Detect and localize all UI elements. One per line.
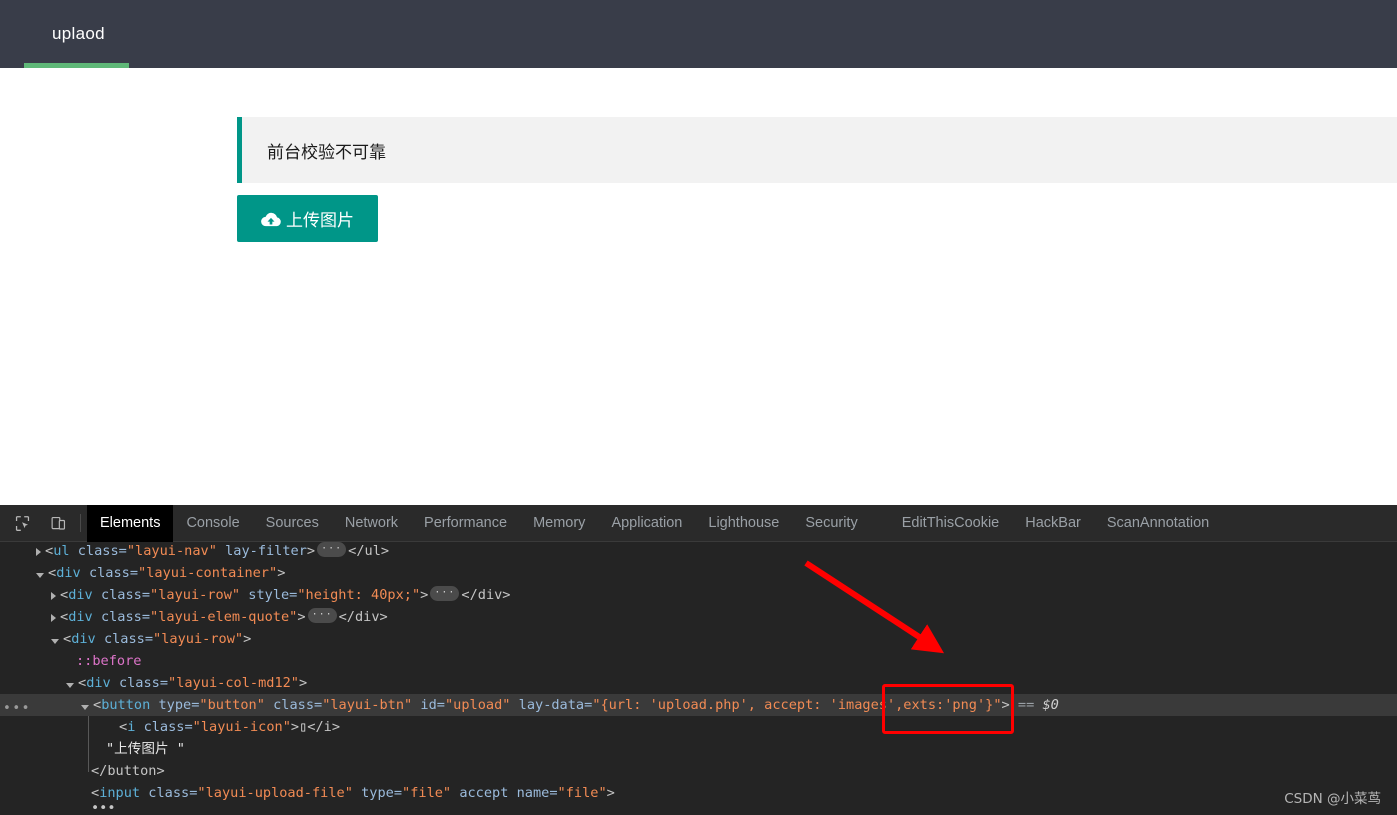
dom-attrvalue-type-file: "file" — [402, 782, 451, 804]
tab-scanannotation-label: ScanAnnotation — [1107, 515, 1209, 531]
nav-active-indicator — [24, 63, 129, 68]
quote-block: 前台校验不可靠 — [237, 117, 1397, 183]
dom-attrvalue-layui-elem-quote: "layui-elem-quote" — [150, 606, 297, 628]
dom-attrvalue-lay-data: "{url: 'upload.php', accept: 'images',ex… — [592, 694, 1001, 716]
tab-hackbar[interactable]: HackBar — [1012, 505, 1094, 542]
dom-line-partial-bottom: ••• — [0, 804, 1397, 812]
dom-attrvalue-upload: "upload" — [445, 694, 510, 716]
collapsed-children-badge[interactable]: ··· — [430, 586, 459, 601]
tab-lighthouse[interactable]: Lighthouse — [695, 505, 792, 542]
tab-hackbar-label: HackBar — [1025, 515, 1081, 531]
dom-attrvalue-name-file: "file" — [558, 782, 607, 804]
tab-security-label: Security — [805, 515, 857, 531]
upload-image-button[interactable]: 上传图片 — [237, 195, 378, 242]
tab-memory[interactable]: Memory — [520, 505, 598, 542]
collapsed-children-badge[interactable]: ··· — [308, 608, 337, 623]
expand-triangle[interactable] — [81, 705, 89, 710]
nav-item-label: uplaod — [52, 24, 105, 44]
dom-attrvalue-layui-row: "layui-row" — [153, 628, 243, 650]
dom-text-node: "上传图片 " — [106, 738, 185, 760]
tab-network[interactable]: Network — [332, 505, 411, 542]
dom-line-row2[interactable]: <div class="layui-row"> — [0, 628, 1397, 650]
tab-elements[interactable]: Elements — [87, 505, 173, 542]
toolbar-divider — [80, 514, 81, 532]
dom-tag-ul: ul — [53, 542, 69, 562]
tab-editthiscookie-label: EditThisCookie — [902, 515, 1000, 531]
expand-triangle[interactable] — [36, 548, 41, 556]
dom-closetag-i: </i> — [307, 716, 340, 738]
devtools-toolbar: Elements Console Sources Network Perform… — [0, 505, 1397, 542]
tab-lighthouse-label: Lighthouse — [708, 515, 779, 531]
tab-performance[interactable]: Performance — [411, 505, 520, 542]
expand-triangle[interactable] — [51, 639, 59, 644]
dom-closetag-ul: </ul> — [348, 542, 389, 562]
dom-attrvalue-layui-row: "layui-row" — [150, 584, 240, 606]
dom-line-button-close[interactable]: </button> — [0, 760, 1397, 782]
tab-application-label: Application — [611, 515, 682, 531]
tab-console[interactable]: Console — [173, 505, 252, 542]
dom-line-nav-ul[interactable]: <ul class="layui-nav" lay-filter>···</ul… — [0, 542, 1397, 562]
tab-elements-label: Elements — [100, 515, 160, 531]
dom-attrvalue-layui-btn: "layui-btn" — [322, 694, 412, 716]
browser-viewport: uplaod 前台校验不可靠 上传图片 — [0, 0, 1397, 505]
dom-line-elem-quote[interactable]: <div class="layui-elem-quote">···</div> — [0, 606, 1397, 628]
dom-attrvalue-layui-col-md12: "layui-col-md12" — [168, 672, 299, 694]
dom-attrvalue-layui-container: "layui-container" — [138, 562, 277, 584]
expand-triangle[interactable] — [66, 683, 74, 688]
dom-line-before-pseudo[interactable]: ::before — [0, 650, 1397, 672]
dom-attrvalue-layui-icon: "layui-icon" — [193, 716, 291, 738]
dom-icon-glyph: ▯ — [299, 716, 307, 738]
dom-pseudo-before: ::before — [76, 650, 141, 672]
tab-sources[interactable]: Sources — [253, 505, 332, 542]
dom-attrvalue-layui-nav: "layui-nav" — [127, 542, 217, 562]
tab-scanannotation[interactable]: ScanAnnotation — [1094, 505, 1222, 542]
dom-line-container[interactable]: <div class="layui-container"> — [0, 562, 1397, 584]
device-toolbar-icon[interactable] — [44, 510, 72, 536]
selected-node-ref: $0 — [1042, 694, 1058, 716]
cloud-upload-icon — [261, 210, 281, 228]
dom-line-button-text[interactable]: "上传图片 " — [0, 738, 1397, 760]
devtools-panel: Elements Console Sources Network Perform… — [0, 505, 1397, 815]
nav-item-uplaod[interactable]: uplaod — [24, 0, 133, 68]
dom-closetag-button: </button> — [91, 760, 165, 782]
expand-triangle[interactable] — [51, 592, 56, 600]
dom-attr-accept: accept — [459, 782, 508, 804]
screenshot-root: uplaod 前台校验不可靠 上传图片 — [0, 0, 1397, 815]
dom-attrvalue-style-height: "height: 40px;" — [297, 584, 420, 606]
tab-editthiscookie[interactable]: EditThisCookie — [889, 505, 1013, 542]
dom-line-icon-i[interactable]: <i class="layui-icon">▯</i> — [0, 716, 1397, 738]
tab-network-label: Network — [345, 515, 398, 531]
expand-triangle[interactable] — [36, 573, 44, 578]
dom-tree-panel[interactable]: <body id="top"> <ul class="layui-nav" la… — [0, 542, 1397, 815]
top-navigation-bar: uplaod — [0, 0, 1397, 68]
expand-triangle[interactable] — [51, 614, 56, 622]
dom-attrvalue-type-button: "button" — [199, 694, 264, 716]
dom-closetag-div: </div> — [339, 606, 388, 628]
dom-line-button-selected[interactable]: ••• <button type="button" class="layui-b… — [0, 694, 1397, 716]
dom-closetag-div: </div> — [461, 584, 510, 606]
dom-line-input-file[interactable]: <input class="layui-upload-file" type="f… — [0, 782, 1397, 804]
tab-sources-label: Sources — [266, 515, 319, 531]
collapsed-children-badge[interactable]: ··· — [317, 542, 346, 557]
watermark-text: CSDN @小菜茑 — [1284, 787, 1381, 807]
tab-application[interactable]: Application — [598, 505, 695, 542]
dom-line-col-md12[interactable]: <div class="layui-col-md12"> — [0, 672, 1397, 694]
tab-memory-label: Memory — [533, 515, 585, 531]
dom-attr-lay-filter: lay-filter — [225, 542, 307, 562]
quote-text: 前台校验不可靠 — [242, 138, 386, 163]
dom-line-row-h40[interactable]: <div class="layui-row" style="height: 40… — [0, 584, 1397, 606]
upload-image-button-label: 上传图片 — [286, 206, 354, 231]
tab-console-label: Console — [186, 515, 239, 531]
tab-security[interactable]: Security — [792, 505, 870, 542]
dom-attr-class: class= — [78, 542, 127, 562]
tab-performance-label: Performance — [424, 515, 507, 531]
dom-attrvalue-layui-upload-file: "layui-upload-file" — [197, 782, 353, 804]
inspect-element-icon[interactable] — [8, 510, 36, 536]
